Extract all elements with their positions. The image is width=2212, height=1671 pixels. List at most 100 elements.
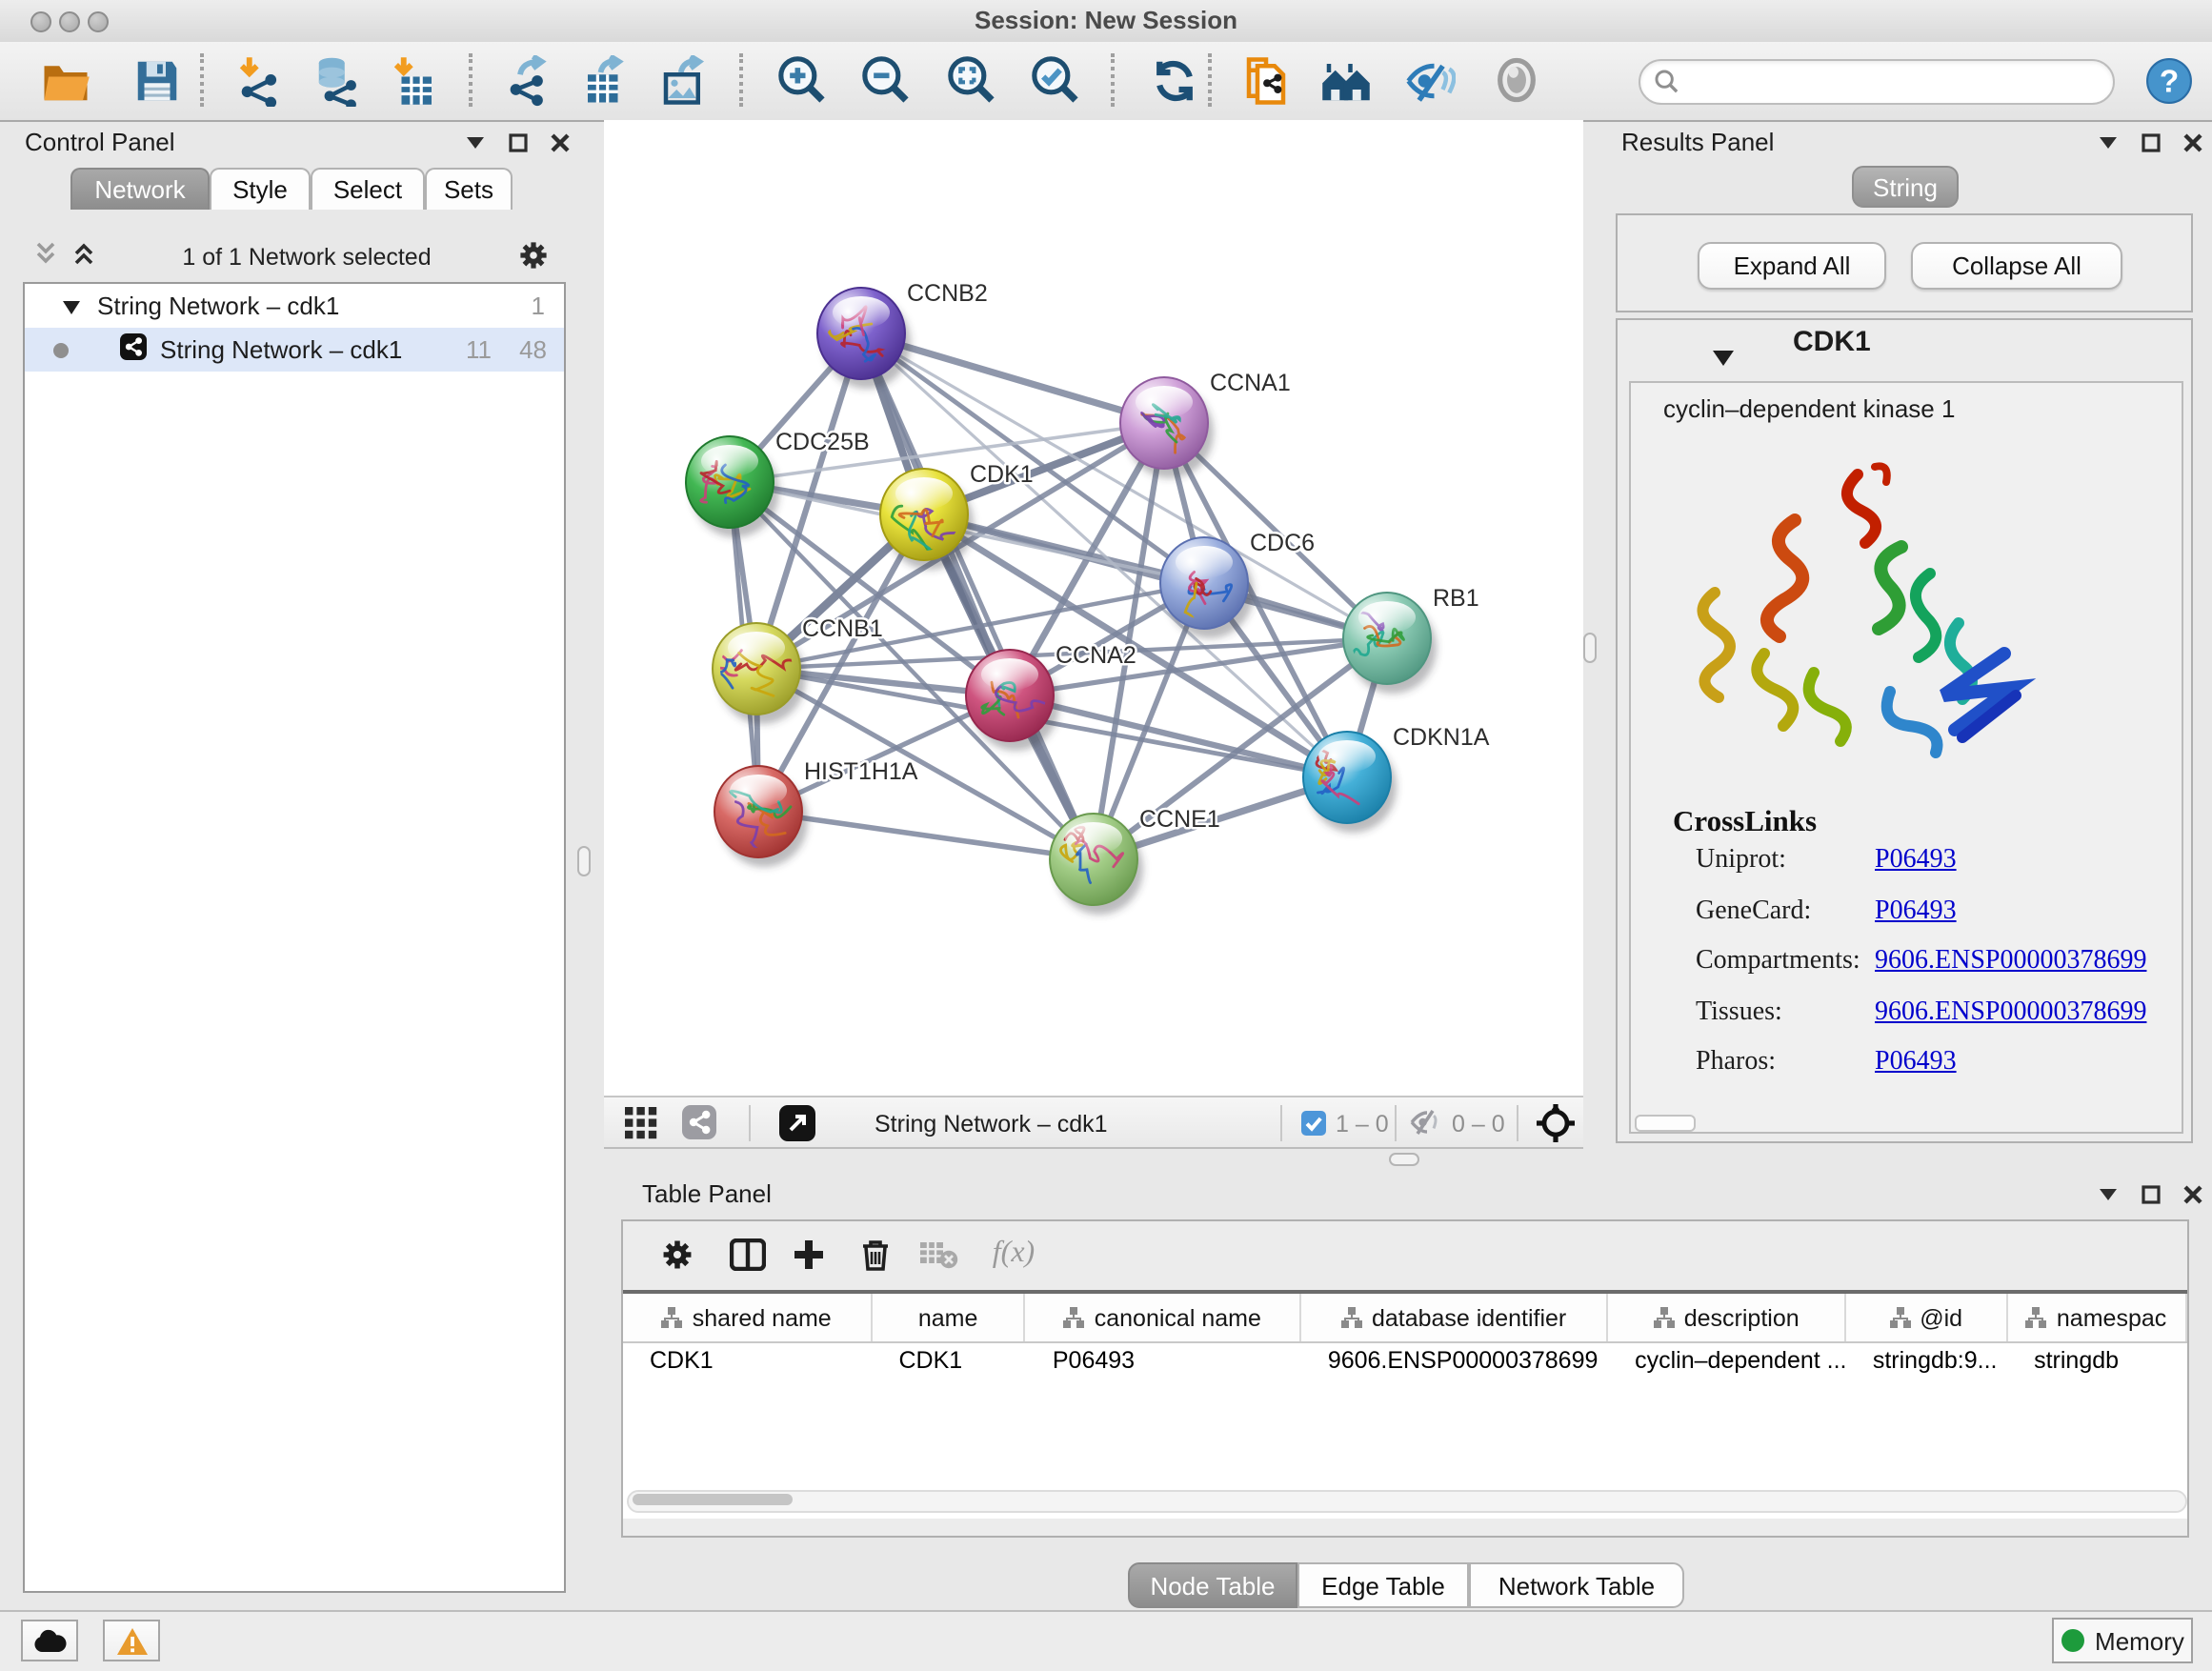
column-header-name[interactable]: name: [873, 1294, 1026, 1341]
protein-name: CDK1: [1793, 326, 1871, 358]
collapse-all-trees-icon[interactable]: [34, 242, 57, 272]
table-cell[interactable]: stringdb:9...: [1846, 1343, 2007, 1379]
collapse-all-button[interactable]: Collapse All: [1911, 242, 2122, 290]
export-table-button[interactable]: [570, 48, 638, 112]
clone-network-button[interactable]: [1231, 48, 1299, 112]
network-selection-summary: 1 of 1 Network selected: [95, 244, 518, 271]
show-hidden-button[interactable]: [1482, 48, 1551, 112]
column-header-namespac[interactable]: namespac: [2007, 1294, 2187, 1341]
main-toolbar: ?: [0, 42, 2212, 122]
hide-selected-button[interactable]: [1395, 48, 1463, 112]
cloud-button[interactable]: [21, 1620, 78, 1661]
import-network-database-button[interactable]: [303, 48, 372, 112]
float-panel-icon[interactable]: [505, 130, 530, 154]
export-image-button[interactable]: [648, 48, 716, 112]
crosslink-label: Uniprot:: [1696, 846, 1786, 876]
refresh-icon: [1148, 54, 1199, 106]
tab-network[interactable]: Network: [70, 168, 210, 210]
help-button[interactable]: ?: [2140, 48, 2197, 112]
tab-network-table[interactable]: Network Table: [1469, 1562, 1684, 1608]
zoom-selected-button[interactable]: [1021, 48, 1090, 112]
right-splitter-handle[interactable]: [1583, 633, 1597, 663]
column-header--id[interactable]: @id: [1846, 1294, 2007, 1341]
tab-select[interactable]: Select: [311, 168, 425, 210]
column-header-canonical-name[interactable]: canonical name: [1026, 1294, 1301, 1341]
network-node-CCNE1[interactable]: CCNE1: [1050, 806, 1220, 915]
zoom-selected-icon: [1029, 53, 1082, 107]
network-node-HIST1H1A[interactable]: HIST1H1A: [714, 758, 918, 867]
zoom-fit-button[interactable]: [937, 48, 1006, 112]
string-view-icon[interactable]: [682, 1105, 716, 1149]
network-node-RB1[interactable]: RB1: [1339, 585, 1479, 694]
memory-button[interactable]: Memory: [2052, 1618, 2193, 1663]
network-canvas[interactable]: CCNB2CCNA1CDC25BCDK1CDC6RB1CCNB1CCNA2CDK…: [604, 120, 1583, 1096]
import-table-button[interactable]: [379, 48, 448, 112]
open-session-button[interactable]: [30, 48, 99, 112]
column-header-description[interactable]: description: [1608, 1294, 1846, 1341]
warnings-button[interactable]: [103, 1620, 160, 1661]
table-cell[interactable]: cyclin–dependent ...: [1608, 1343, 1846, 1379]
crosslink-link[interactable]: P06493: [1875, 1048, 1957, 1078]
selected-checkbox-icon[interactable]: [1301, 1111, 1326, 1145]
results-hscrollbar-thumb[interactable]: [1635, 1115, 1696, 1132]
table-cell[interactable]: stringdb: [2007, 1343, 2187, 1379]
delete-column-icon[interactable]: [854, 1233, 895, 1275]
bottom-splitter-handle[interactable]: [1389, 1153, 1419, 1166]
crosslink-link[interactable]: 9606.ENSP00000378699: [1875, 947, 2146, 977]
refresh-button[interactable]: [1139, 48, 1208, 112]
close-panel-icon[interactable]: [2180, 1181, 2204, 1206]
hidden-eye-slash-icon[interactable]: [1410, 1109, 1442, 1145]
panel-menu-icon[interactable]: [463, 130, 488, 154]
table-cell[interactable]: 9606.ENSP00000378699: [1301, 1343, 1608, 1379]
table-cell[interactable]: CDK1: [872, 1343, 1025, 1379]
tree-expander-icon[interactable]: [63, 292, 80, 320]
close-panel-icon[interactable]: [547, 130, 572, 154]
gear-icon[interactable]: [518, 239, 549, 275]
search-input[interactable]: [1690, 65, 2098, 99]
network-edge-HIST1H1A-CCNE1[interactable]: [758, 812, 1094, 859]
float-panel-icon[interactable]: [2138, 1181, 2162, 1206]
node-table: shared namenamecanonical namedatabase id…: [623, 1290, 2187, 1519]
network-collection-row[interactable]: String Network – cdk1 1: [25, 284, 564, 328]
zoom-out-button[interactable]: [852, 48, 920, 112]
home-button[interactable]: [1311, 48, 1379, 112]
open-in-window-icon[interactable]: [779, 1105, 815, 1151]
expand-all-trees-icon[interactable]: [72, 242, 95, 272]
tab-node-table[interactable]: Node Table: [1128, 1562, 1297, 1608]
tab-edge-table[interactable]: Edge Table: [1297, 1562, 1469, 1608]
zoom-in-button[interactable]: [768, 48, 836, 112]
collapse-protein-icon[interactable]: [1713, 341, 1734, 375]
add-column-icon[interactable]: [787, 1233, 829, 1275]
panel-menu-icon[interactable]: [2096, 130, 2121, 154]
column-header-shared-name[interactable]: shared name: [623, 1294, 873, 1341]
panel-menu-icon[interactable]: [2096, 1181, 2121, 1206]
expand-all-button[interactable]: Expand All: [1698, 242, 1886, 290]
birdseye-navigator-icon[interactable]: [1536, 1103, 1576, 1153]
crosslink-link[interactable]: 9606.ENSP00000378699: [1875, 997, 2146, 1028]
node-label-CCNA2: CCNA2: [1056, 642, 1136, 669]
crosslink-link[interactable]: P06493: [1875, 846, 1957, 876]
grid-view-icon[interactable]: [625, 1107, 657, 1149]
export-network-button[interactable]: [493, 48, 562, 112]
save-session-button[interactable]: [122, 48, 191, 112]
left-splitter-handle[interactable]: [577, 846, 591, 876]
table-cell[interactable]: P06493: [1026, 1343, 1301, 1379]
table-hscrollbar-thumb[interactable]: [633, 1494, 793, 1505]
current-network-dot: [53, 335, 69, 364]
import-network-file-button[interactable]: [225, 48, 293, 112]
table-row[interactable]: CDK1CDK1P064939606.ENSP00000378699cyclin…: [623, 1343, 2187, 1379]
tab-style[interactable]: Style: [210, 168, 311, 210]
results-tab-string[interactable]: String: [1852, 166, 1959, 208]
show-columns-icon[interactable]: [726, 1233, 768, 1275]
float-panel-icon[interactable]: [2138, 130, 2162, 154]
tab-sets[interactable]: Sets: [425, 168, 513, 210]
network-node-CDKN1A[interactable]: CDKN1A: [1303, 724, 1490, 833]
crosslink-link[interactable]: P06493: [1875, 896, 1957, 927]
hidden-node-edge-counts: 0 – 0: [1452, 1111, 1505, 1137]
table-cell[interactable]: CDK1: [623, 1343, 872, 1379]
network-row[interactable]: String Network – cdk1 11 48: [25, 328, 564, 372]
table-gear-icon[interactable]: [655, 1233, 697, 1275]
column-header-database-identifier[interactable]: database identifier: [1301, 1294, 1609, 1341]
table-hscrollbar[interactable]: [627, 1490, 2187, 1513]
close-panel-icon[interactable]: [2180, 130, 2204, 154]
